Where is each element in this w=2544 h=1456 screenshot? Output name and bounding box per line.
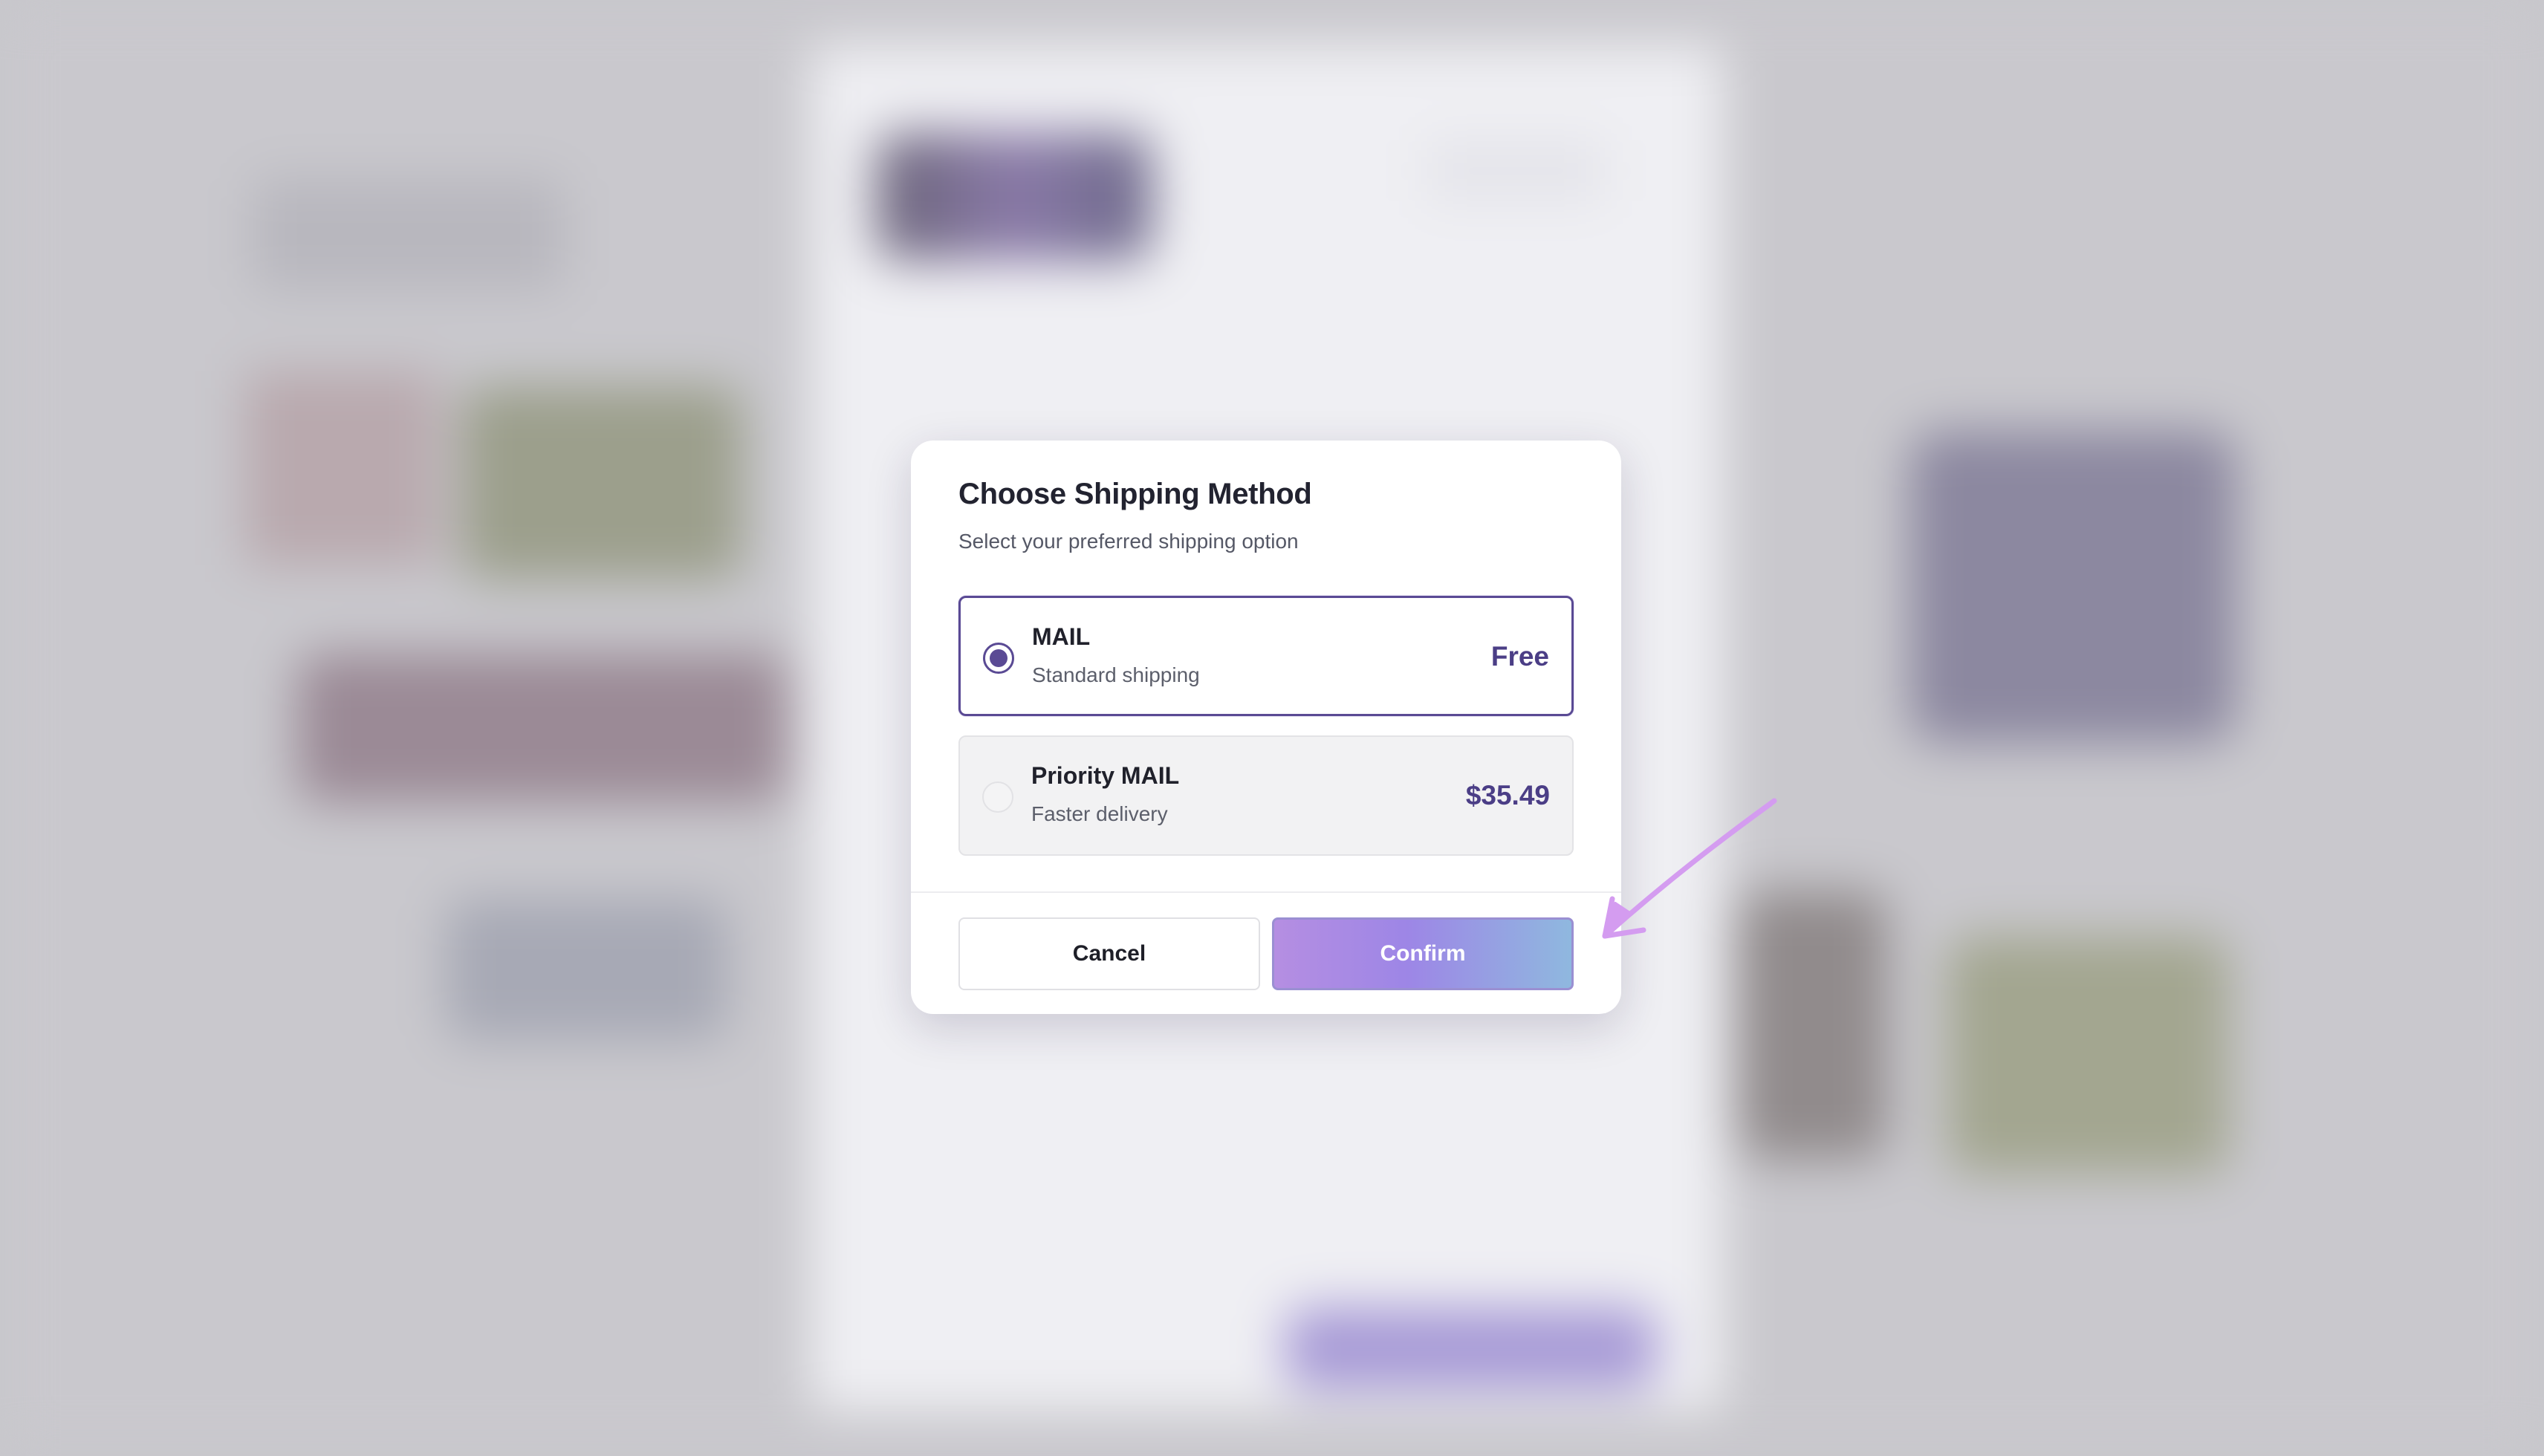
option-price: $35.49 xyxy=(1465,780,1550,810)
background-image xyxy=(1909,431,2236,743)
option-name: MAIL xyxy=(1032,623,1091,650)
option-description: Standard shipping xyxy=(1032,663,1200,686)
background-image xyxy=(253,178,565,290)
shipping-option-mail[interactable]: MAIL Standard shipping Free xyxy=(958,596,1574,716)
arrow-icon xyxy=(1602,798,1777,939)
radio-selected-icon[interactable] xyxy=(983,643,1014,674)
option-description: Faster delivery xyxy=(1031,802,1168,825)
background-image xyxy=(461,386,743,579)
radio-unselected-icon[interactable] xyxy=(982,781,1013,813)
shipping-method-dialog: Choose Shipping Method Select your prefe… xyxy=(911,441,1621,1014)
option-name: Priority MAIL xyxy=(1031,762,1180,789)
confirm-button[interactable]: Confirm xyxy=(1272,917,1574,990)
background-image xyxy=(245,371,438,565)
dialog-subtitle: Select your preferred shipping option xyxy=(958,530,1299,553)
background-image xyxy=(446,899,728,1040)
option-price: Free xyxy=(1490,641,1549,672)
background-button xyxy=(1285,1307,1657,1389)
background-image xyxy=(877,134,1152,260)
dialog-title: Choose Shipping Method xyxy=(958,478,1312,510)
background-image xyxy=(297,654,788,802)
dialog-divider xyxy=(911,891,1621,893)
shipping-option-priority-mail[interactable]: Priority MAIL Faster delivery $35.49 xyxy=(958,735,1574,856)
background-image xyxy=(1947,936,2229,1174)
cancel-button[interactable]: Cancel xyxy=(958,917,1260,990)
background-image xyxy=(1427,141,1605,201)
